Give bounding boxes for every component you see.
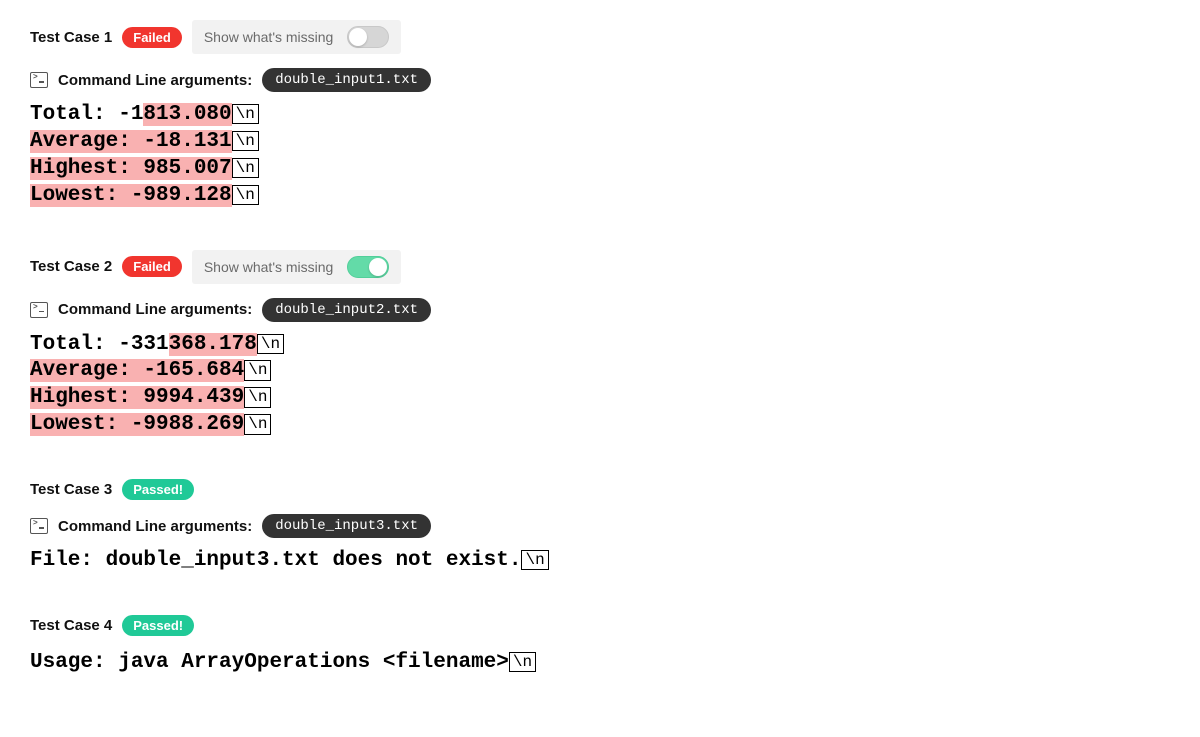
newline-token: \n [521, 550, 548, 570]
terminal-icon [30, 72, 48, 88]
output-line: Usage: java ArrayOperations <filename>\n [30, 650, 1170, 677]
show-missing-container: Show what's missing [192, 250, 402, 284]
args-row: Command Line arguments: double_input2.txt [30, 298, 1170, 322]
output-text-highlighted: Lowest: -9988.269 [30, 413, 244, 436]
output-text-highlighted: Average: -165.684 [30, 359, 244, 382]
output-line: Highest: 985.007\n [30, 156, 1170, 183]
output-line: Average: -18.131\n [30, 129, 1170, 156]
output-line: Average: -165.684\n [30, 358, 1170, 385]
newline-token: \n [232, 158, 259, 178]
output-text-highlighted: Highest: 985.007 [30, 157, 232, 180]
status-badge-failed: Failed [122, 27, 182, 48]
show-missing-toggle[interactable] [347, 26, 389, 48]
output-text-highlighted: Average: -18.131 [30, 130, 232, 153]
status-badge-passed: Passed! [122, 479, 194, 500]
toggle-knob [369, 258, 387, 276]
newline-token: \n [232, 185, 259, 205]
output-text: Usage: java ArrayOperations <filename> [30, 651, 509, 674]
test-case: Test Case 1 Failed Show what's missing Comm… [30, 20, 1170, 210]
show-missing-container: Show what's missing [192, 20, 402, 54]
test-case-header: Test Case 3 Passed! [30, 479, 1170, 500]
output-line: Lowest: -989.128\n [30, 183, 1170, 210]
status-badge-passed: Passed! [122, 615, 194, 636]
test-case: Test Case 4 Passed! Usage: java ArrayOpera… [30, 615, 1170, 677]
args-value-pill: double_input1.txt [262, 68, 431, 92]
test-case-title: Test Case 4 [30, 617, 112, 634]
test-case-title: Test Case 2 [30, 258, 112, 275]
newline-token: \n [244, 360, 271, 380]
newline-token: \n [232, 131, 259, 151]
args-label: Command Line arguments: [58, 518, 252, 535]
test-case-header: Test Case 1 Failed Show what's missing [30, 20, 1170, 54]
output-line: Total: -331368.178\n [30, 332, 1170, 359]
args-label: Command Line arguments: [58, 301, 252, 318]
show-missing-toggle[interactable] [347, 256, 389, 278]
args-label: Command Line arguments: [58, 72, 252, 89]
status-badge-failed: Failed [122, 256, 182, 277]
output-block: Usage: java ArrayOperations <filename>\n [30, 650, 1170, 677]
output-line: File: double_input3.txt does not exist.\… [30, 548, 1170, 575]
output-line: Highest: 9994.439\n [30, 385, 1170, 412]
output-block: File: double_input3.txt does not exist.\… [30, 548, 1170, 575]
output-text: File: double_input3.txt does not exist. [30, 549, 521, 572]
output-text: Total: -331 [30, 333, 169, 356]
terminal-icon [30, 518, 48, 534]
args-row: Command Line arguments: double_input1.txt [30, 68, 1170, 92]
args-row: Command Line arguments: double_input3.txt [30, 514, 1170, 538]
test-case: Test Case 3 Passed! Command Line arguments… [30, 479, 1170, 575]
output-text: Total: -1 [30, 103, 143, 126]
toggle-knob [349, 28, 367, 46]
output-text-highlighted: Highest: 9994.439 [30, 386, 244, 409]
test-case-header: Test Case 2 Failed Show what's missing [30, 250, 1170, 284]
newline-token: \n [244, 387, 271, 407]
output-text-highlighted: Lowest: -989.128 [30, 184, 232, 207]
output-text-highlighted: 813.080 [143, 103, 231, 126]
args-value-pill: double_input2.txt [262, 298, 431, 322]
args-value-pill: double_input3.txt [262, 514, 431, 538]
newline-token: \n [244, 414, 271, 434]
test-case: Test Case 2 Failed Show what's missing Comm… [30, 250, 1170, 440]
show-missing-label: Show what's missing [204, 29, 334, 45]
show-missing-label: Show what's missing [204, 259, 334, 275]
test-case-title: Test Case 3 [30, 481, 112, 498]
newline-token: \n [232, 104, 259, 124]
output-line: Lowest: -9988.269\n [30, 412, 1170, 439]
output-block: Total: -1813.080\nAverage: -18.131\nHigh… [30, 102, 1170, 210]
output-line: Total: -1813.080\n [30, 102, 1170, 129]
output-text-highlighted: 368.178 [169, 333, 257, 356]
output-block: Total: -331368.178\nAverage: -165.684\nH… [30, 332, 1170, 440]
newline-token: \n [509, 652, 536, 672]
test-case-header: Test Case 4 Passed! [30, 615, 1170, 636]
newline-token: \n [257, 334, 284, 354]
terminal-icon [30, 302, 48, 318]
test-case-title: Test Case 1 [30, 29, 112, 46]
